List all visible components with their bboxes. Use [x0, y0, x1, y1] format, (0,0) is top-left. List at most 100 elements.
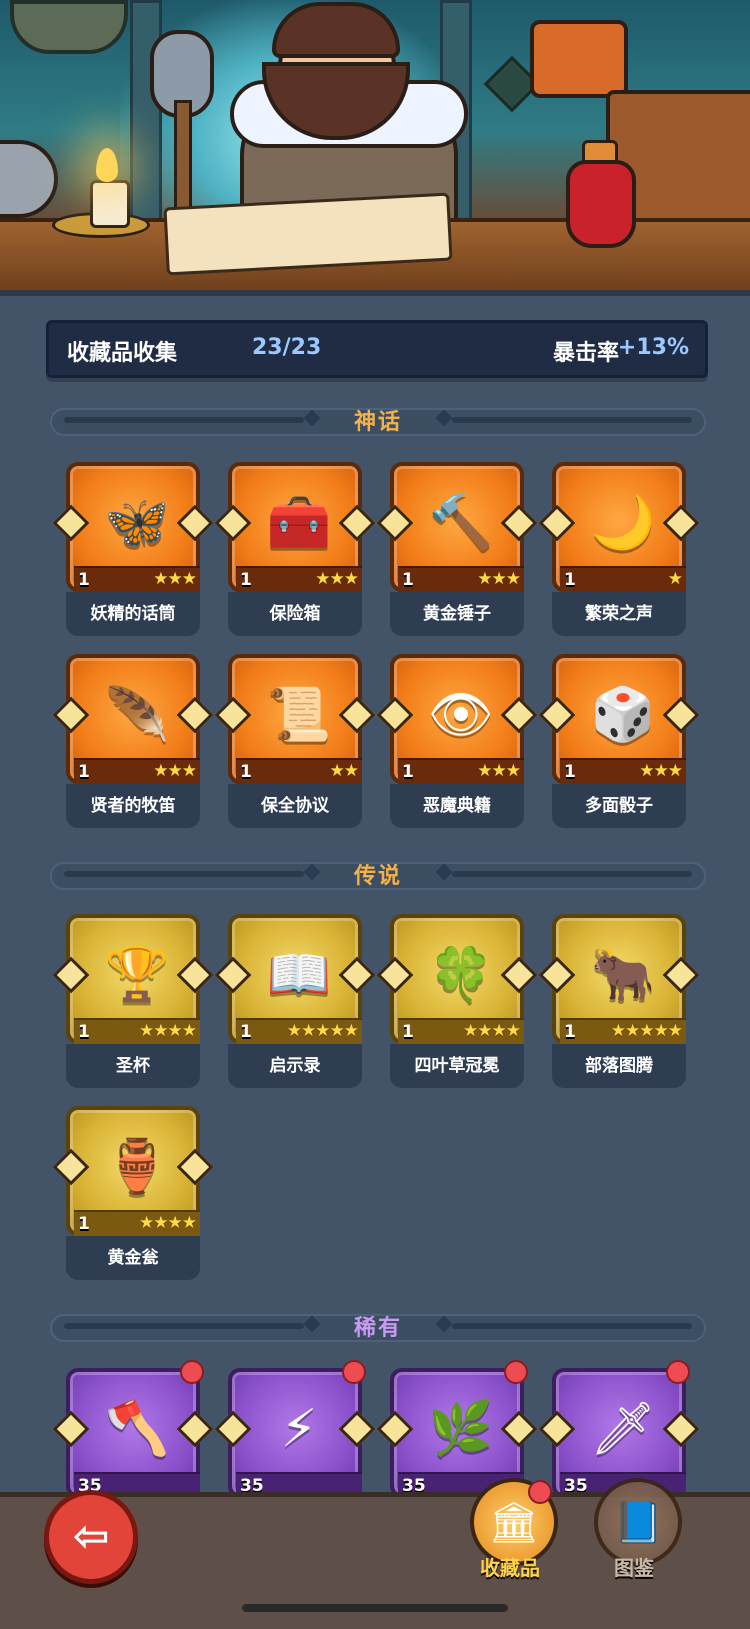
holy-grail-icon: 🏆	[104, 945, 170, 1005]
totem-mask	[530, 20, 628, 98]
back-button[interactable]: ⇦	[44, 1490, 138, 1584]
home-indicator	[242, 1604, 508, 1612]
tab-collection[interactable]: 🏛 收藏品	[460, 1478, 560, 1598]
item-stars: ★	[667, 569, 683, 589]
item-card[interactable]: 🏆 1 ★★★★ 圣杯	[52, 914, 214, 1090]
item-name: 黄金锤子	[390, 592, 524, 636]
item-stars: ★★★	[153, 761, 197, 781]
notification-dot	[342, 1360, 366, 1384]
item-card[interactable]: 🎲 1 ★★★ 多面骰子	[538, 654, 700, 830]
item-level: 1	[240, 570, 252, 590]
tab-codex-label: 图鉴	[614, 1556, 654, 1580]
item-card[interactable]: 🔨 1 ★★★ 黄金锤子	[376, 462, 538, 638]
item-stars: ★★★★	[139, 1021, 197, 1041]
collection-stat-bar: 收藏品收集 23/23 暴击率 +13%	[46, 320, 708, 378]
back-arrow-icon: ⇦	[72, 1511, 110, 1562]
section-header-legendary: 传说	[50, 856, 706, 890]
notification-dot	[528, 1480, 552, 1504]
golden-urn-icon: 🏺	[104, 1137, 170, 1197]
demon-tome-icon: 👁	[427, 685, 494, 745]
item-level: 1	[564, 762, 576, 782]
item-level: 1	[402, 570, 414, 590]
item-level: 1	[402, 1022, 414, 1042]
item-card[interactable]: 🌙 1 ★ 繁荣之声	[538, 462, 700, 638]
item-level: 1	[78, 1022, 90, 1042]
crit-rate-value: +13%	[617, 335, 689, 360]
item-card[interactable]: 🐂 1 ★★★★★ 部落图腾	[538, 914, 700, 1090]
tab-collection-label: 收藏品	[480, 1556, 540, 1580]
item-name: 保险箱	[228, 592, 362, 636]
candle	[90, 180, 130, 228]
polyhedral-dice-icon: 🎲	[590, 685, 656, 745]
fairy-microphone-icon: 🦋	[104, 493, 170, 553]
item-level: 1	[78, 762, 90, 782]
item-name: 多面骰子	[552, 784, 686, 828]
hanging-bag	[10, 0, 128, 54]
section-header-rare: 稀有	[50, 1308, 706, 1342]
section-title-rare: 稀有	[353, 1316, 402, 1341]
item-card[interactable]: 🧰 1 ★★★ 保险箱	[214, 462, 376, 638]
item-stars: ★★★★	[139, 1213, 197, 1233]
item-card[interactable]: 🦋 1 ★★★ 妖精的话筒	[52, 462, 214, 638]
item-stars: ★★★	[639, 761, 683, 781]
item-stars: ★★★★	[463, 1021, 521, 1041]
agreement-scroll-icon: 📜	[266, 685, 332, 745]
item-card[interactable]: 👁 1 ★★★ 恶魔典籍	[376, 654, 538, 830]
notification-dot	[180, 1360, 204, 1384]
item-stars: ★★★	[477, 569, 521, 589]
item-level: 1	[78, 1214, 90, 1234]
crit-rate-label: 暴击率	[552, 341, 619, 366]
notification-dot	[504, 1360, 528, 1384]
thorn-knuckles-icon: 🌿	[428, 1399, 494, 1459]
item-level: 1	[564, 570, 576, 590]
item-stars: ★★★	[477, 761, 521, 781]
frost-dagger-icon: 🗡	[589, 1399, 656, 1459]
item-name: 四叶草冠冕	[390, 1044, 524, 1088]
shopkeeper-banner	[0, 0, 750, 296]
item-name: 繁荣之声	[552, 592, 686, 636]
item-card[interactable]: 🍀 1 ★★★★ 四叶草冠冕	[376, 914, 538, 1090]
item-stars: ★★★★★	[610, 1021, 683, 1041]
red-potion	[566, 160, 636, 248]
item-name: 妖精的话筒	[66, 592, 200, 636]
item-card[interactable]: 📖 1 ★★★★★ 启示录	[214, 914, 376, 1090]
item-level: 1	[240, 1022, 252, 1042]
item-stars: ★★★★★	[286, 1021, 359, 1041]
lightning-gem-icon: ⚡	[280, 1399, 318, 1459]
item-level: 1	[78, 570, 90, 590]
candle-flame	[96, 148, 118, 182]
item-name: 圣杯	[66, 1044, 200, 1088]
tribal-totem-icon: 🐂	[590, 945, 656, 1005]
golden-hammer-icon: 🔨	[428, 493, 494, 553]
sage-flute-icon: 🪶	[104, 685, 170, 745]
notification-dot	[666, 1360, 690, 1384]
collection-progress: 23/23	[252, 335, 322, 360]
revelation-book-icon: 📖	[266, 945, 332, 1005]
clover-crown-icon: 🍀	[428, 945, 494, 1005]
item-name: 贤者的牧笛	[66, 784, 200, 828]
collection-label: 收藏品收集	[67, 341, 178, 366]
item-stars: ★★★	[153, 569, 197, 589]
item-name: 恶魔典籍	[390, 784, 524, 828]
item-name: 启示录	[228, 1044, 362, 1088]
item-level: 1	[402, 762, 414, 782]
item-name: 保全协议	[228, 784, 362, 828]
section-title-legendary: 传说	[353, 864, 402, 889]
treasure-chest-icon: 🧰	[266, 493, 332, 553]
pillar	[130, 0, 162, 246]
item-name: 黄金瓮	[66, 1236, 200, 1280]
section-title-mythic: 神话	[353, 410, 402, 435]
item-stars: ★★★	[315, 569, 359, 589]
item-level: 1	[564, 1022, 576, 1042]
item-card[interactable]: 🏺 1 ★★★★ 黄金瓮	[52, 1106, 214, 1282]
stone-axe-icon: 🪓	[104, 1399, 170, 1459]
tab-codex[interactable]: 📘 图鉴	[584, 1478, 684, 1598]
prosperity-voice-icon: 🌙	[590, 493, 656, 553]
wall-axe	[0, 140, 58, 218]
item-stars: ★★	[329, 761, 360, 781]
item-card[interactable]: 🪶 1 ★★★ 贤者的牧笛	[52, 654, 214, 830]
section-header-mythic: 神话	[50, 402, 706, 436]
item-name: 部落图腾	[552, 1044, 686, 1088]
item-card[interactable]: 📜 1 ★★ 保全协议	[214, 654, 376, 830]
item-level: 1	[240, 762, 252, 782]
